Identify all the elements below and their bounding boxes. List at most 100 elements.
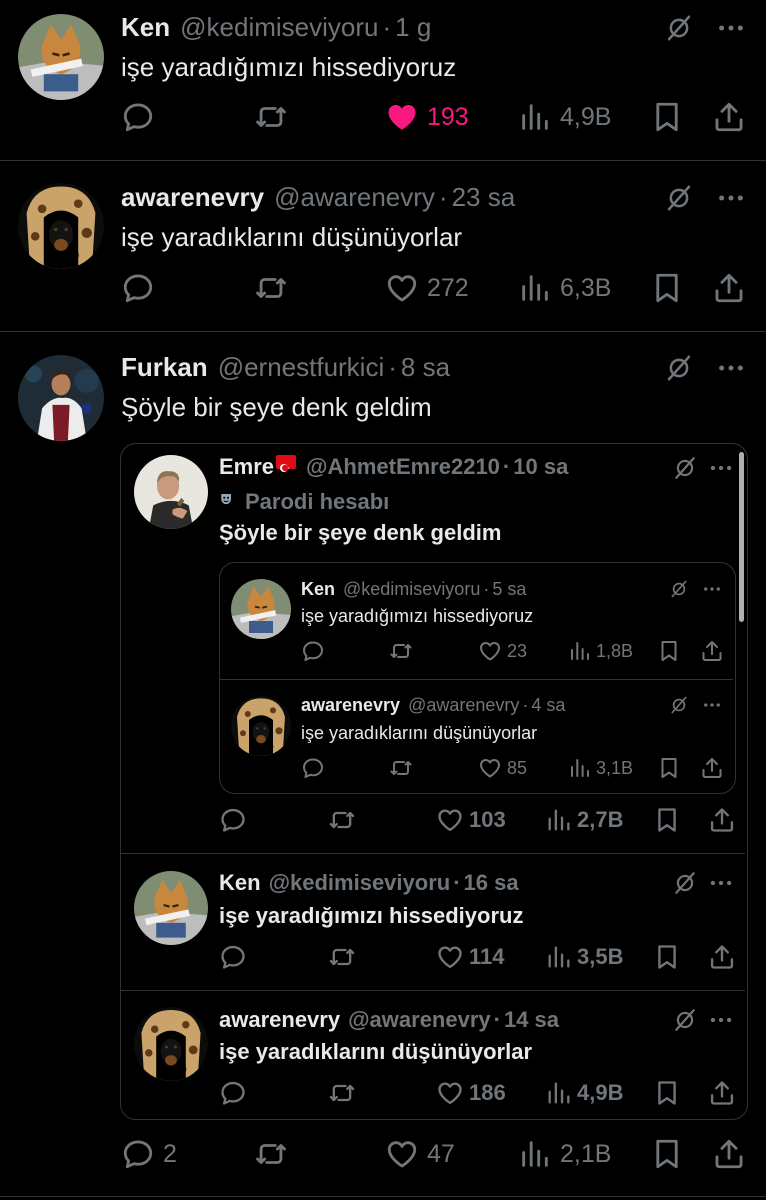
bookmark-icon	[653, 1079, 681, 1107]
display-name[interactable]: awarenevry	[301, 695, 400, 716]
grok-icon[interactable]	[664, 183, 694, 213]
display-name[interactable]: Ken	[301, 579, 335, 600]
views-button[interactable]: 4,9B	[545, 1079, 623, 1107]
like-button[interactable]: 186	[436, 1079, 506, 1107]
like-button[interactable]: 85	[478, 756, 527, 780]
views-button[interactable]: 6,3B	[518, 271, 611, 305]
timestamp[interactable]: 8 sa	[401, 352, 450, 383]
timestamp[interactable]: 5 sa	[492, 579, 526, 600]
grok-icon[interactable]	[669, 695, 689, 715]
bookmark-button[interactable]	[657, 756, 681, 780]
repost-button[interactable]	[253, 100, 289, 134]
more-icon[interactable]	[702, 579, 722, 599]
handle[interactable]: @awarenevry	[408, 695, 519, 716]
repost-button[interactable]	[388, 639, 414, 663]
grok-icon[interactable]	[672, 1007, 698, 1033]
display-name[interactable]: awarenevry	[121, 182, 264, 213]
repost-button[interactable]	[253, 271, 289, 305]
more-icon[interactable]	[708, 870, 734, 896]
display-name[interactable]: awarenevry	[219, 1007, 340, 1033]
share-button[interactable]	[708, 943, 736, 971]
timestamp[interactable]: 4 sa	[531, 695, 565, 716]
display-name[interactable]: Emre	[219, 454, 274, 480]
bookmark-button[interactable]	[650, 1137, 684, 1171]
avatar[interactable]	[134, 871, 208, 945]
reply-button[interactable]: 2	[121, 1137, 177, 1171]
timestamp[interactable]: 14 sa	[504, 1007, 559, 1033]
handle[interactable]: @ernestfurkici	[218, 352, 385, 383]
share-button[interactable]	[708, 806, 736, 834]
share-button[interactable]	[708, 1079, 736, 1107]
share-button[interactable]	[712, 271, 746, 305]
avatar[interactable]	[18, 14, 104, 100]
handle[interactable]: @AhmetEmre2210	[306, 454, 500, 480]
more-icon[interactable]	[716, 353, 746, 383]
share-button[interactable]	[712, 100, 746, 134]
like-button[interactable]: 114	[436, 943, 505, 971]
avatar[interactable]	[231, 579, 291, 639]
like-button[interactable]: 193	[385, 100, 469, 134]
avatar[interactable]	[18, 355, 104, 441]
more-icon[interactable]	[702, 695, 722, 715]
like-button[interactable]: 47	[385, 1137, 455, 1171]
repost-button[interactable]	[253, 1137, 289, 1171]
handle[interactable]: @awarenevry	[274, 182, 435, 213]
more-icon[interactable]	[708, 1007, 734, 1033]
like-button[interactable]: 272	[385, 271, 469, 305]
bookmark-button[interactable]	[653, 1079, 681, 1107]
bookmark-button[interactable]	[650, 100, 684, 134]
like-button[interactable]: 23	[478, 639, 527, 663]
grok-icon[interactable]	[664, 13, 694, 43]
more-icon[interactable]	[716, 183, 746, 213]
display-name[interactable]: Furkan	[121, 352, 208, 383]
reply-button[interactable]	[301, 756, 325, 780]
display-name[interactable]: Ken	[219, 870, 261, 896]
share-button[interactable]	[712, 1137, 746, 1171]
grok-icon[interactable]	[672, 870, 698, 896]
bookmark-button[interactable]	[650, 271, 684, 305]
reply-button[interactable]	[219, 806, 247, 834]
reply-button[interactable]	[121, 100, 155, 134]
avatar[interactable]	[18, 183, 104, 269]
views-button[interactable]: 2,1B	[518, 1137, 611, 1171]
share-button[interactable]	[700, 639, 724, 663]
reply-button[interactable]	[301, 639, 325, 663]
repost-button[interactable]	[327, 1079, 357, 1107]
reply-button[interactable]	[219, 943, 247, 971]
views-button[interactable]: 2,7B	[545, 806, 623, 834]
bookmark-button[interactable]	[653, 943, 681, 971]
repost-button[interactable]	[388, 756, 414, 780]
scrollbar[interactable]	[739, 452, 744, 622]
avatar[interactable]	[134, 455, 208, 529]
bookmark-button[interactable]	[657, 639, 681, 663]
avatar[interactable]	[231, 696, 291, 756]
grok-icon[interactable]	[669, 579, 689, 599]
timestamp[interactable]: 16 sa	[464, 870, 519, 896]
more-icon[interactable]	[708, 455, 734, 481]
repost-button[interactable]	[327, 806, 357, 834]
handle[interactable]: @awarenevry	[348, 1007, 491, 1033]
views-button[interactable]: 3,1B	[568, 756, 633, 780]
handle[interactable]: @kedimiseviyoru	[343, 579, 480, 600]
share-button[interactable]	[700, 756, 724, 780]
like-count: 103	[469, 807, 506, 832]
share-icon	[708, 943, 736, 971]
like-button[interactable]: 103	[436, 806, 506, 834]
display-name[interactable]: Ken	[121, 12, 170, 43]
reply-button[interactable]	[121, 271, 155, 305]
views-button[interactable]: 3,5B	[545, 943, 623, 971]
grok-icon[interactable]	[672, 455, 698, 481]
avatar[interactable]	[134, 1007, 208, 1081]
handle[interactable]: @kedimiseviyoru	[269, 870, 451, 896]
repost-button[interactable]	[327, 943, 357, 971]
more-icon[interactable]	[716, 13, 746, 43]
grok-icon[interactable]	[664, 353, 694, 383]
handle[interactable]: @kedimiseviyoru	[180, 12, 378, 43]
timestamp[interactable]: 10 sa	[513, 454, 568, 480]
views-button[interactable]: 4,9B	[518, 100, 611, 134]
bookmark-button[interactable]	[653, 806, 681, 834]
timestamp[interactable]: 1 g	[395, 12, 431, 43]
views-button[interactable]: 1,8B	[568, 639, 633, 663]
reply-button[interactable]	[219, 1079, 247, 1107]
timestamp[interactable]: 23 sa	[452, 182, 516, 213]
